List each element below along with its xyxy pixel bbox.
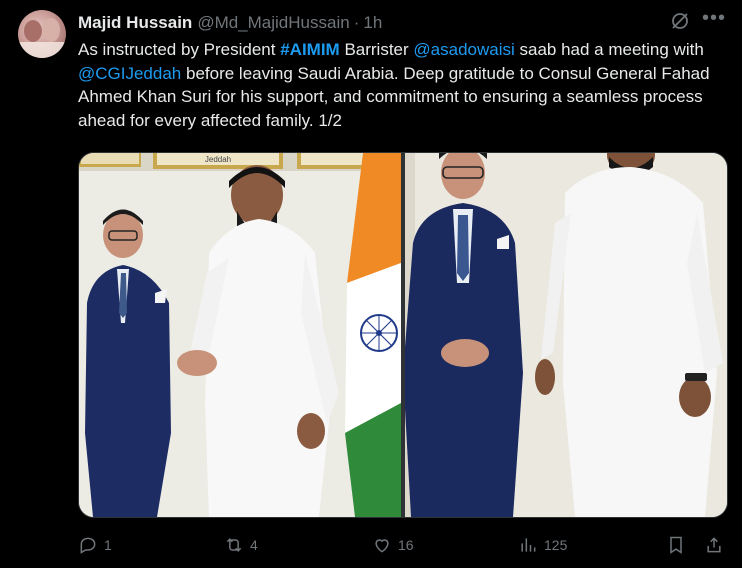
reply-icon: [80, 537, 96, 554]
like-count: 16: [398, 537, 414, 553]
bookmark-button[interactable]: [666, 531, 692, 559]
author-handle[interactable]: @Md_MajidHussain: [197, 13, 349, 33]
retweet-icon: [226, 538, 242, 552]
grok-icon[interactable]: [670, 11, 690, 31]
text-segment: Barrister: [339, 40, 414, 59]
text-segment: saab had a meeting with: [514, 40, 704, 59]
reply-count: 1: [104, 537, 112, 553]
photo-standing[interactable]: [405, 153, 727, 517]
media-grid: Jeddah: [78, 152, 728, 518]
mention-link[interactable]: @CGIJeddah: [78, 64, 181, 83]
tweet-header: Majid Hussain @Md_MajidHussain · 1h: [78, 12, 382, 34]
tweet-text: As instructed by President #AIMIM Barris…: [78, 38, 728, 132]
like-button[interactable]: 16: [372, 531, 414, 559]
mention-link[interactable]: @asadowaisi: [413, 40, 514, 59]
views-button[interactable]: 125: [518, 531, 567, 559]
reply-button[interactable]: 1: [78, 531, 112, 559]
like-icon: [375, 539, 389, 553]
action-bar: 1 4 16 125: [78, 531, 728, 559]
author-name[interactable]: Majid Hussain: [78, 13, 192, 33]
retweet-count: 4: [250, 537, 258, 553]
timestamp[interactable]: 1h: [363, 13, 382, 33]
retweet-button[interactable]: 4: [224, 531, 258, 559]
text-segment: As instructed by President: [78, 40, 281, 59]
more-icon[interactable]: •••: [702, 8, 725, 30]
bookmark-icon: [670, 536, 682, 554]
share-icon: [707, 537, 721, 553]
avatar[interactable]: [18, 10, 66, 58]
plaque-text: Jeddah: [205, 155, 231, 164]
separator: ·: [353, 13, 360, 32]
views-icon: [521, 538, 536, 552]
share-button[interactable]: [704, 531, 730, 559]
photo-handshake[interactable]: Jeddah: [79, 153, 401, 517]
views-count: 125: [544, 537, 568, 553]
hashtag-link[interactable]: #AIMIM: [280, 40, 340, 59]
